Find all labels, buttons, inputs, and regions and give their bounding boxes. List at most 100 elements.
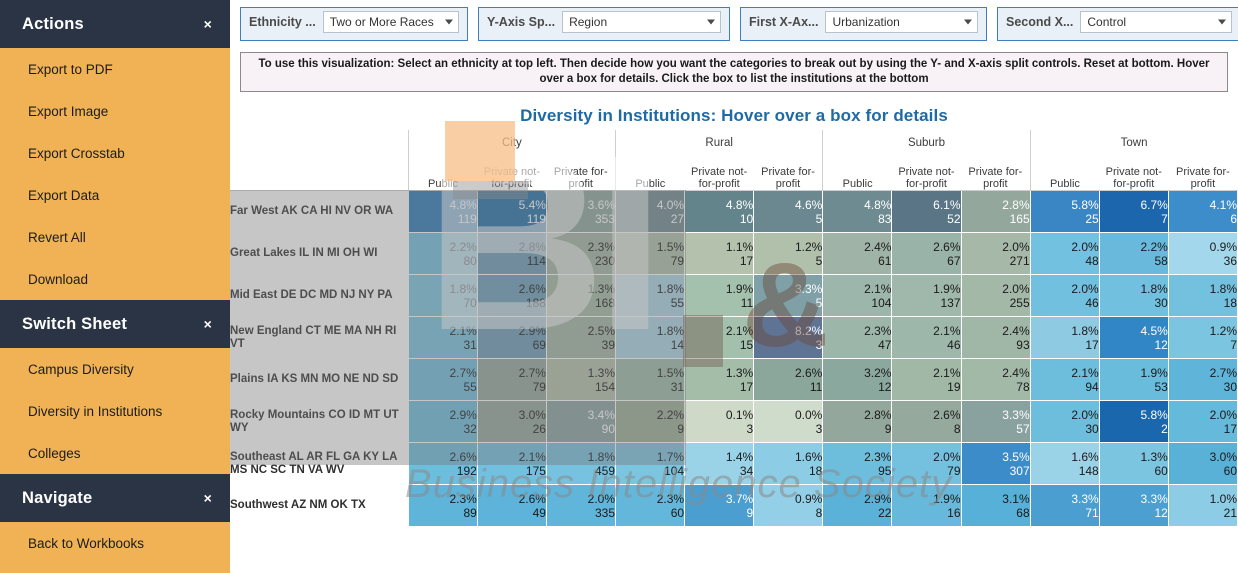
heatmap-cell[interactable]: 2.7% 79: [476, 358, 547, 401]
ethnicity-dropdown[interactable]: Two or More Races: [322, 11, 459, 33]
heatmap-cell[interactable]: 2.3% 47: [822, 316, 893, 359]
heatmap-cell[interactable]: 2.8% 114: [476, 232, 547, 275]
heatmap-cell[interactable]: 2.3% 60: [615, 484, 686, 527]
y-axis-split-dropdown[interactable]: Region: [562, 11, 721, 33]
heatmap-cell[interactable]: 1.2% 5: [753, 232, 824, 275]
heatmap-cell[interactable]: 8.2% 3: [753, 316, 824, 359]
heatmap-cell[interactable]: 2.0% 46: [1029, 274, 1100, 317]
heatmap-cell[interactable]: 2.3% 95: [822, 442, 893, 485]
heatmap-cell[interactable]: 3.2% 12: [822, 358, 893, 401]
sidebar-item-export-image[interactable]: Export Image: [0, 90, 230, 132]
heatmap-cell[interactable]: 2.5% 39: [545, 316, 617, 359]
heatmap-cell[interactable]: 6.7% 7: [1098, 190, 1169, 233]
heatmap-cell[interactable]: 1.3% 154: [545, 358, 617, 401]
heatmap-cell[interactable]: 4.1% 6: [1167, 190, 1238, 233]
heatmap-cell[interactable]: 1.4% 34: [684, 442, 755, 485]
heatmap-cell[interactable]: 2.9% 22: [822, 484, 893, 527]
heatmap-cell[interactable]: 6.1% 52: [891, 190, 962, 233]
sidebar-item-download[interactable]: Download: [0, 258, 230, 300]
heatmap-cell[interactable]: 2.6% 192: [407, 442, 478, 485]
heatmap-cell[interactable]: 2.7% 30: [1167, 358, 1238, 401]
heatmap-cell[interactable]: 2.2% 58: [1098, 232, 1169, 275]
heatmap-cell[interactable]: 1.3% 17: [684, 358, 755, 401]
first-x-axis-dropdown[interactable]: Urbanization: [825, 11, 978, 33]
sidebar-item-colleges[interactable]: Colleges: [0, 432, 230, 474]
heatmap-cell[interactable]: 1.3% 168: [545, 274, 617, 317]
heatmap-cell[interactable]: 2.2% 80: [407, 232, 478, 275]
heatmap-cell[interactable]: 1.5% 79: [615, 232, 686, 275]
sidebar-item-export-to-pdf[interactable]: Export to PDF: [0, 48, 230, 90]
heatmap-cell[interactable]: 2.6% 67: [891, 232, 962, 275]
heatmap-cell[interactable]: 2.1% 175: [476, 442, 547, 485]
close-icon[interactable]: ×: [204, 317, 212, 331]
heatmap-cell[interactable]: 2.9% 69: [476, 316, 547, 359]
heatmap-cell[interactable]: 3.0% 60: [1167, 442, 1238, 485]
sidebar-item-back-to-workbooks[interactable]: Back to Workbooks: [0, 522, 230, 564]
second-x-axis-dropdown[interactable]: Control: [1080, 11, 1232, 33]
sidebar-item-diversity-in-institutions[interactable]: Diversity in Institutions: [0, 390, 230, 432]
heatmap-cell[interactable]: 1.8% 17: [1029, 316, 1100, 359]
heatmap-cell[interactable]: 1.2% 7: [1167, 316, 1238, 359]
heatmap-cell[interactable]: 2.3% 230: [545, 232, 617, 275]
heatmap-cell[interactable]: 2.1% 31: [407, 316, 478, 359]
heatmap-cell[interactable]: 4.8% 83: [822, 190, 893, 233]
heatmap-cell[interactable]: 2.2% 9: [615, 400, 686, 443]
heatmap-cell[interactable]: 2.8% 165: [960, 190, 1031, 233]
heatmap-cell[interactable]: 2.0% 48: [1029, 232, 1100, 275]
heatmap-cell[interactable]: 4.0% 27: [615, 190, 686, 233]
heatmap-cell[interactable]: 1.3% 60: [1098, 442, 1169, 485]
heatmap-cell[interactable]: 1.8% 14: [615, 316, 686, 359]
heatmap-cell[interactable]: 1.6% 18: [753, 442, 824, 485]
heatmap-cell[interactable]: 2.1% 19: [891, 358, 962, 401]
heatmap-cell[interactable]: 1.6% 148: [1029, 442, 1100, 485]
sidebar-item-export-data[interactable]: Export Data: [0, 174, 230, 216]
heatmap-cell[interactable]: 2.1% 104: [822, 274, 893, 317]
heatmap-cell[interactable]: 2.1% 46: [891, 316, 962, 359]
heatmap-cell[interactable]: 2.6% 8: [891, 400, 962, 443]
heatmap-cell[interactable]: 3.3% 12: [1098, 484, 1169, 527]
heatmap-cell[interactable]: 1.9% 11: [684, 274, 755, 317]
heatmap-cell[interactable]: 3.3% 5: [753, 274, 824, 317]
heatmap-cell[interactable]: 1.7% 104: [615, 442, 686, 485]
heatmap-cell[interactable]: 2.6% 11: [753, 358, 824, 401]
heatmap-cell[interactable]: 0.9% 8: [753, 484, 824, 527]
heatmap-cell[interactable]: 4.8% 10: [684, 190, 755, 233]
heatmap-cell[interactable]: 2.0% 79: [891, 442, 962, 485]
sidebar-item-campus-diversity[interactable]: Campus Diversity: [0, 348, 230, 390]
heatmap-cell[interactable]: 1.8% 459: [545, 442, 617, 485]
heatmap-cell[interactable]: 4.6% 5: [753, 190, 824, 233]
heatmap-cell[interactable]: 2.0% 17: [1167, 400, 1238, 443]
sidebar-item-export-crosstab[interactable]: Export Crosstab: [0, 132, 230, 174]
heatmap-cell[interactable]: 1.9% 137: [891, 274, 962, 317]
heatmap-cell[interactable]: 2.9% 32: [407, 400, 478, 443]
heatmap-cell[interactable]: 4.8% 119: [407, 190, 478, 233]
heatmap-cell[interactable]: 5.8% 2: [1098, 400, 1169, 443]
heatmap-cell[interactable]: 1.0% 21: [1167, 484, 1238, 527]
heatmap-cell[interactable]: 0.1% 3: [684, 400, 755, 443]
heatmap-cell[interactable]: 2.3% 89: [407, 484, 478, 527]
heatmap-cell[interactable]: 1.8% 18: [1167, 274, 1238, 317]
heatmap-cell[interactable]: 2.6% 49: [476, 484, 547, 527]
heatmap-cell[interactable]: 2.7% 55: [407, 358, 478, 401]
heatmap-cell[interactable]: 1.8% 30: [1098, 274, 1169, 317]
heatmap-cell[interactable]: 1.9% 16: [891, 484, 962, 527]
heatmap-cell[interactable]: 0.9% 36: [1167, 232, 1238, 275]
heatmap-cell[interactable]: 2.4% 93: [960, 316, 1031, 359]
heatmap-cell[interactable]: 2.0% 271: [960, 232, 1031, 275]
heatmap-cell[interactable]: 4.5% 12: [1098, 316, 1169, 359]
heatmap-cell[interactable]: 2.4% 61: [822, 232, 893, 275]
heatmap-cell[interactable]: 2.0% 335: [545, 484, 617, 527]
heatmap-cell[interactable]: 2.1% 15: [684, 316, 755, 359]
heatmap-cell[interactable]: 3.3% 71: [1029, 484, 1100, 527]
heatmap-cell[interactable]: 3.3% 57: [960, 400, 1031, 443]
heatmap-cell[interactable]: 3.0% 26: [476, 400, 547, 443]
heatmap-cell[interactable]: 5.4% 119: [476, 190, 547, 233]
heatmap-cell[interactable]: 1.1% 17: [684, 232, 755, 275]
heatmap-cell[interactable]: 5.8% 25: [1029, 190, 1100, 233]
heatmap-cell[interactable]: 3.7% 9: [684, 484, 755, 527]
heatmap-cell[interactable]: 1.5% 31: [615, 358, 686, 401]
heatmap-cell[interactable]: 1.8% 55: [615, 274, 686, 317]
heatmap-cell[interactable]: 2.4% 78: [960, 358, 1031, 401]
heatmap-cell[interactable]: 0.0% 3: [753, 400, 824, 443]
heatmap-cell[interactable]: 3.6% 353: [545, 190, 617, 233]
